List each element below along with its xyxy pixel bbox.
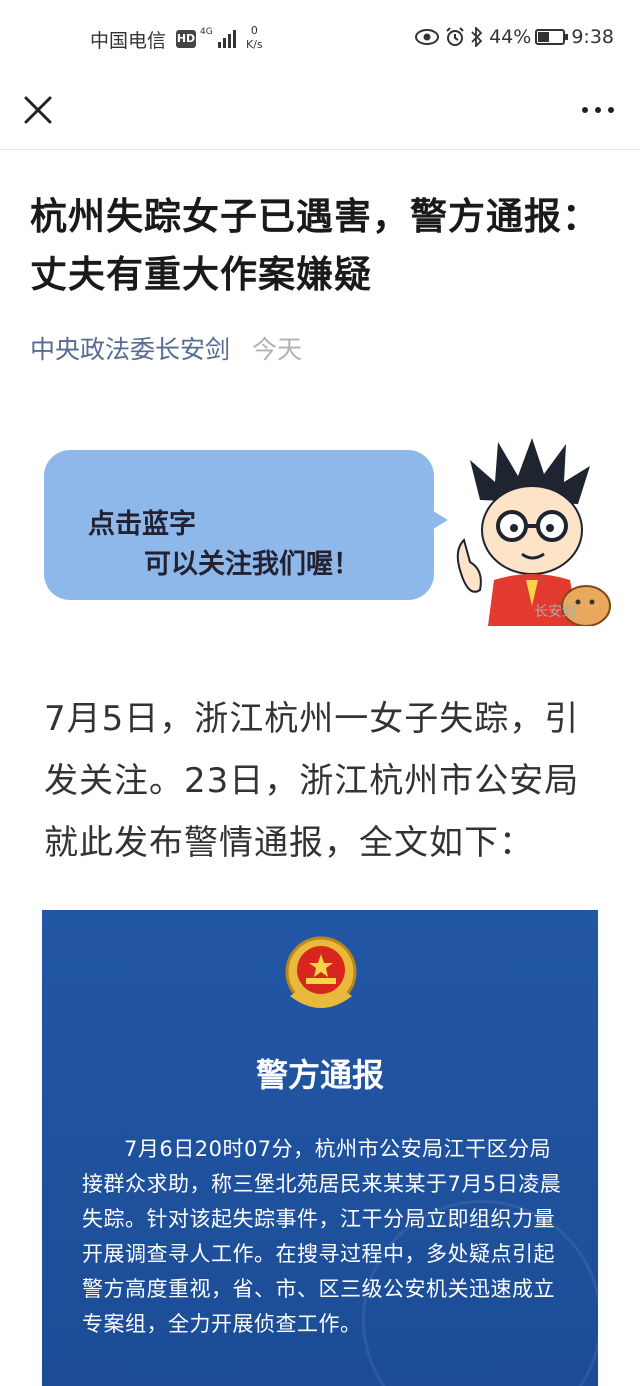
banner-watermark: 长安剑 (534, 604, 576, 620)
banner-line-1: 点击蓝字 (88, 509, 196, 540)
alarm-icon (446, 27, 464, 46)
publish-date: 今天 (252, 335, 303, 364)
more-dot (595, 107, 601, 113)
signal-icon (218, 30, 238, 48)
speed-unit: K/s (246, 38, 263, 51)
banner-line-2: 可以关注我们喔！ (144, 549, 360, 580)
article-paragraph: 7月5日，浙江杭州一女子失踪，引发关注。23日，浙江杭州市公安局就此发布警情通报… (44, 699, 580, 863)
top-navigation-bar (0, 80, 640, 150)
notice-title: 警方通报 (255, 1056, 384, 1094)
network-speed: 0 K/s (246, 24, 263, 52)
notice-body-text: 7月6日20时07分，杭州市公安局江干区分局接群众求助，称三堡北苑居民来某某于7… (82, 1137, 562, 1336)
speed-value: 0 (250, 24, 258, 37)
more-options-button[interactable] (578, 92, 618, 128)
article-title: 杭州失踪女子已遇害，警方通报：丈夫有重大作案嫌疑 (30, 195, 600, 296)
close-button[interactable] (18, 90, 58, 130)
bluetooth-icon (471, 27, 483, 47)
speech-bubble: 点击蓝字 可以关注我们喔！ (44, 450, 434, 600)
more-dot (608, 107, 614, 113)
follow-banner-image[interactable]: 点击蓝字 可以关注我们喔！ 长安剑 (30, 430, 612, 630)
network-type-label: 4G (200, 27, 213, 37)
close-icon (24, 96, 52, 124)
account-name-link[interactable]: 中央政法委长安剑 (30, 330, 230, 366)
police-emblem-icon (285, 936, 357, 1008)
battery-fill (538, 32, 550, 42)
eye-icon (415, 29, 440, 45)
article-meta: 中央政法委长安剑 今天 (30, 330, 302, 366)
more-dots-icon (582, 107, 588, 113)
clock: 9:38 (571, 26, 614, 48)
battery-percent: 44% (489, 26, 532, 48)
status-bar: 中国电信 HD 4G 0 K/s 44% 9:38 (0, 0, 640, 80)
battery-icon (535, 29, 569, 45)
status-right-group: 44% 9:38 (415, 26, 614, 48)
cartoon-mascot-icon: 长安剑 (456, 438, 611, 626)
police-notice-image[interactable]: 警方通报 7月6日20时07分，杭州市公安局江干区分局接群众求助，称三堡北苑居民… (42, 910, 598, 1386)
hd-icon: HD (176, 30, 196, 48)
carrier-label: 中国电信 (90, 30, 167, 52)
